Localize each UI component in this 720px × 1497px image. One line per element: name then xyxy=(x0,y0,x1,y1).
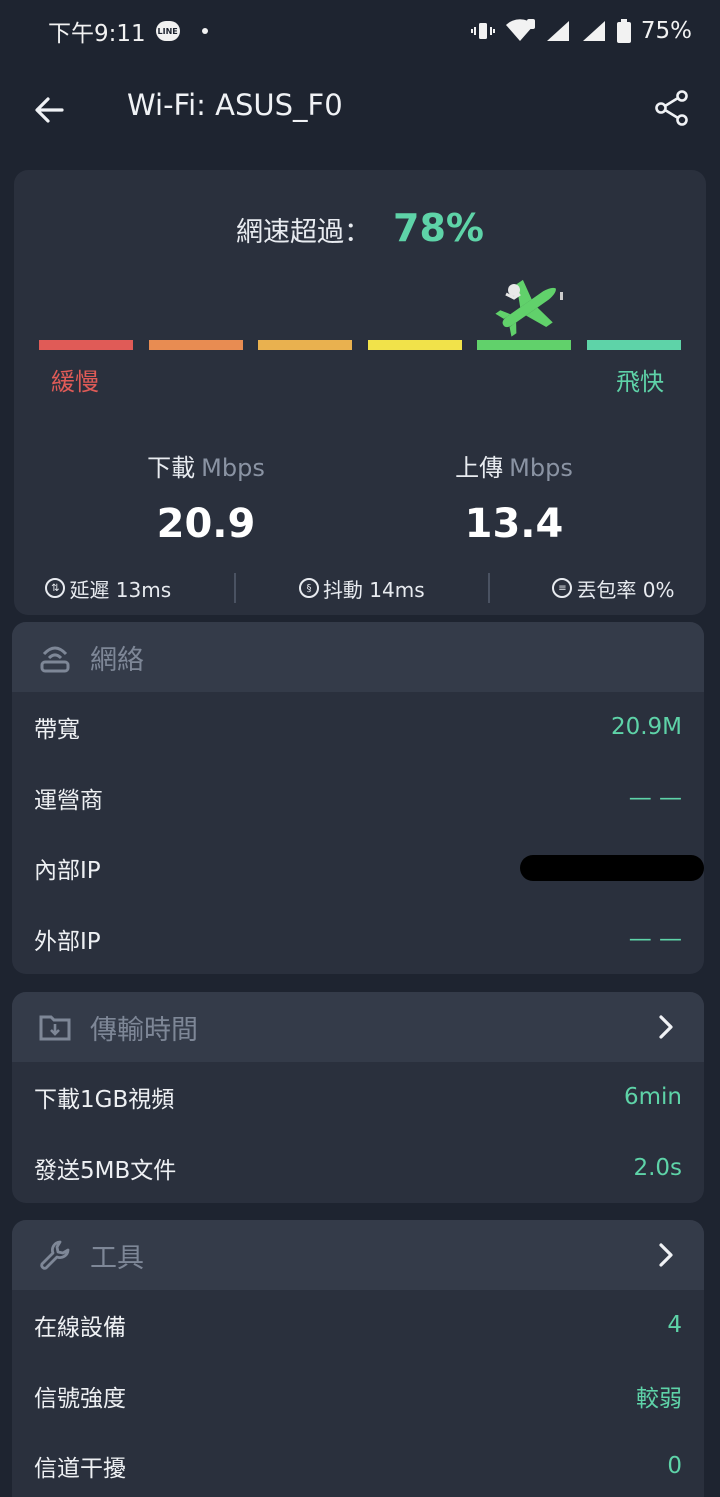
jitter-icon: § xyxy=(298,578,319,598)
wifi-icon xyxy=(505,19,535,43)
row-value: — — xyxy=(628,784,682,811)
arrow-left-icon xyxy=(35,97,64,123)
wrench-icon xyxy=(40,1240,70,1270)
row-value: 0 xyxy=(667,1453,682,1480)
upload-metric: 上傳 Mbps 13.4 xyxy=(364,448,664,547)
upload-unit: Mbps xyxy=(509,454,573,482)
signal-2r-icon xyxy=(581,19,607,43)
network-section-title: 網絡 xyxy=(90,644,144,676)
signal-strength-row[interactable]: 信號強度 較弱 xyxy=(12,1361,704,1432)
upload-label: 上傳 xyxy=(455,454,504,482)
row-value: 4 xyxy=(667,1312,682,1339)
redacted-ip xyxy=(520,855,704,882)
scale-segment xyxy=(587,340,681,350)
row-key: 內部IP xyxy=(34,858,101,885)
jitter-text: 抖動 14ms xyxy=(322,577,425,602)
row-key: 帶寬 xyxy=(34,717,80,744)
upload-value: 13.4 xyxy=(464,501,564,547)
row-key: 在線設備 xyxy=(34,1315,126,1342)
row-value: 6min xyxy=(623,1084,682,1111)
vibrate-icon xyxy=(470,21,495,41)
transfer-section-header[interactable]: 傳輸時間 xyxy=(12,992,704,1062)
row-key: 外部IP xyxy=(34,928,101,955)
row-value: 2.0s xyxy=(633,1154,682,1181)
transfer-section: 傳輸時間 下載1GB視頻 6min 發送5MB文件 2.0s xyxy=(12,992,704,1203)
download-value: 20.9 xyxy=(156,501,256,547)
network-section-header: 網絡 xyxy=(12,622,704,692)
app-bar: Wi-Fi: ASUS_F0 xyxy=(0,62,720,154)
channel-interference-row[interactable]: 信道干擾 0 xyxy=(12,1431,704,1497)
download-1gb-row: 下載1GB視頻 6min xyxy=(12,1062,704,1133)
back-button[interactable] xyxy=(30,90,70,130)
folder-download-icon xyxy=(39,1015,71,1041)
packet-loss-text: 丟包率 0% xyxy=(576,577,675,602)
row-value: — — xyxy=(628,925,682,952)
scale-segment xyxy=(477,340,572,350)
row-key: 信號強度 xyxy=(34,1385,126,1412)
download-label: 下載 xyxy=(147,454,196,482)
row-key: 運營商 xyxy=(34,787,103,814)
send-5mb-row: 發送5MB文件 2.0s xyxy=(12,1133,704,1204)
status-time: 下午9:11 xyxy=(48,21,146,47)
speed-beat-value: 78% xyxy=(393,206,484,250)
row-key: 發送5MB文件 xyxy=(34,1157,177,1184)
scale-slow-label: 緩慢 xyxy=(51,368,99,396)
line-app-icon: LINE xyxy=(155,21,180,41)
row-key: 信道干擾 xyxy=(34,1456,126,1483)
network-section: 網絡 帶寬 20.9M 運營商 — — 內部IP 外部IP — — xyxy=(12,622,704,974)
signal-icon xyxy=(545,19,571,43)
jitter-stat: § 抖動 14ms xyxy=(298,574,425,603)
battery-percent: 75% xyxy=(640,18,692,44)
transfer-section-title: 傳輸時間 xyxy=(90,1014,198,1046)
page-title: Wi-Fi: ASUS_F0 xyxy=(127,88,343,122)
scale-segment xyxy=(258,340,353,350)
divider xyxy=(234,573,237,603)
share-icon xyxy=(655,90,688,126)
tools-section-title: 工具 xyxy=(90,1242,144,1274)
download-unit: Mbps xyxy=(201,454,265,482)
router-icon xyxy=(40,646,70,673)
tools-section-header[interactable]: 工具 xyxy=(12,1220,704,1290)
divider xyxy=(487,573,490,603)
row-value: 20.9M xyxy=(610,714,682,741)
latency-stat: ⇅ 延遲 13ms xyxy=(45,574,171,603)
latency-icon: ⇅ xyxy=(45,578,66,598)
scale-segment xyxy=(39,340,133,350)
chevron-right-icon xyxy=(659,1015,673,1039)
scale-marker xyxy=(560,292,563,300)
external-ip-row: 外部IP — — xyxy=(12,904,704,975)
packet-loss-stat: ≡ 丟包率 0% xyxy=(552,574,675,603)
row-key: 下載1GB視頻 xyxy=(34,1087,175,1114)
download-metric: 下載 Mbps 20.9 xyxy=(56,448,356,547)
status-bar: 下午9:11 LINE 75% xyxy=(0,0,720,62)
scale-fast-label: 飛快 xyxy=(616,368,664,396)
scale-segment xyxy=(148,340,243,350)
speed-result-card: 網速超過： 78% 緩慢 飛快 下載 Mbps 20.9 上傳 Mbps 13.… xyxy=(14,170,706,615)
speed-beat-row: 網速超過： 78% xyxy=(14,206,706,250)
packet-loss-icon: ≡ xyxy=(552,578,573,598)
share-button[interactable] xyxy=(652,88,692,128)
carrier-row: 運營商 — — xyxy=(12,763,704,834)
speed-beat-label: 網速超過： xyxy=(236,217,372,248)
row-value: 較弱 xyxy=(636,1385,682,1412)
scale-segment xyxy=(367,340,462,350)
quality-stats: ⇅ 延遲 13ms § 抖動 14ms ≡ 丟包率 0% xyxy=(14,570,706,606)
chevron-right-icon xyxy=(659,1243,673,1267)
notification-dot-icon xyxy=(201,28,208,34)
battery-icon xyxy=(616,19,631,43)
internal-ip-row: 內部IP xyxy=(12,833,704,904)
latency-text: 延遲 13ms xyxy=(69,577,172,602)
tools-section: 工具 在線設備 4 信號強度 較弱 信道干擾 0 xyxy=(12,1220,704,1497)
speed-scale xyxy=(39,340,683,352)
online-devices-row[interactable]: 在線設備 4 xyxy=(12,1290,704,1361)
bandwidth-row: 帶寬 20.9M xyxy=(12,692,704,763)
airplane-icon xyxy=(492,278,564,338)
